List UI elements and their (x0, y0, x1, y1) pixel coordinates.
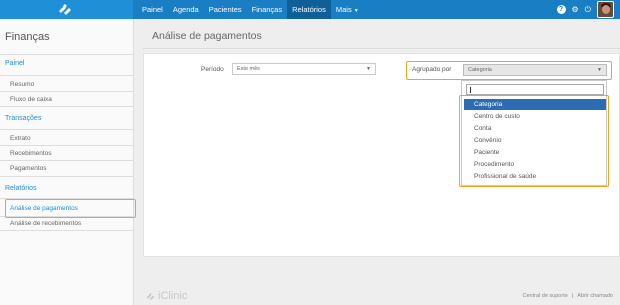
footer-logo: iClinic (146, 290, 187, 302)
caret-down-icon: ▼ (353, 8, 359, 14)
iclinic-logo-icon (59, 4, 71, 15)
period-select[interactable]: Este mês ▼ (232, 63, 376, 75)
text-cursor (470, 87, 471, 93)
page-title: Análise de pagamentos (152, 30, 262, 42)
nav-financas[interactable]: Finanças (247, 0, 287, 19)
nav-relatorios[interactable]: Relatórios (287, 0, 331, 19)
sidebar: Finanças Painel Resumo Fluxo de caixa Tr… (0, 19, 134, 305)
top-actions: ? ⚙ ⏻ (556, 0, 614, 19)
footer-links: Central de suporte | Abrir chamado (523, 293, 613, 299)
sidebar-title: Finanças (5, 31, 50, 43)
help-icon[interactable]: ? (556, 5, 566, 14)
nav-painel[interactable]: Painel (137, 0, 168, 19)
sidebar-item-resumo[interactable]: Resumo (10, 81, 34, 88)
open-ticket-link[interactable]: Abrir chamado (577, 293, 613, 299)
sidebar-item-fluxo-de-caixa[interactable]: Fluxo de caixa (10, 96, 52, 103)
nav-mais-label: Mais (335, 5, 352, 14)
sidebar-section-relatorios[interactable]: Relatórios (5, 185, 37, 192)
period-select-value: Este mês (237, 66, 260, 72)
iclinic-logo-icon (146, 292, 155, 300)
gear-icon[interactable]: ⚙ (572, 0, 579, 19)
avatar[interactable] (597, 1, 614, 18)
divider (0, 106, 133, 107)
sidebar-item-analise-de-recebimentos[interactable]: Análise de recebimentos (10, 220, 81, 227)
divider (0, 54, 133, 55)
divider (0, 91, 133, 92)
highlight-active-sidebar-item (5, 199, 136, 218)
highlight-group-by (406, 61, 612, 80)
power-icon[interactable]: ⏻ (585, 0, 591, 19)
divider (143, 48, 620, 49)
divider (0, 230, 133, 231)
footer-separator: | (571, 293, 574, 299)
dropdown-search-input[interactable] (466, 84, 604, 95)
nav-mais[interactable]: Mais ▼ (331, 0, 364, 19)
sidebar-item-recebimentos[interactable]: Recebimentos (10, 150, 52, 157)
highlight-dropdown-options (459, 95, 609, 187)
divider (0, 75, 133, 76)
app-logo[interactable] (0, 0, 133, 19)
divider (0, 129, 133, 130)
sidebar-section-transacoes[interactable]: Transações (5, 115, 41, 122)
top-navbar: Painel Agenda Pacientes Finanças Relatór… (0, 0, 620, 19)
nav-pacientes[interactable]: Pacientes (204, 0, 247, 19)
chevron-down-icon: ▼ (366, 66, 371, 72)
divider (0, 160, 133, 161)
sidebar-item-pagamentos[interactable]: Pagamentos (10, 165, 47, 172)
avatar-face (602, 5, 610, 14)
sidebar-section-painel[interactable]: Painel (5, 60, 24, 67)
support-link[interactable]: Central de suporte (523, 293, 568, 299)
sidebar-item-extrato[interactable]: Extrato (10, 135, 31, 142)
main-nav: Painel Agenda Pacientes Finanças Relatór… (137, 0, 364, 19)
period-label: Período (201, 66, 224, 73)
footer-logo-text: iClinic (158, 290, 188, 302)
divider (0, 145, 133, 146)
divider (0, 176, 133, 177)
nav-agenda[interactable]: Agenda (168, 0, 204, 19)
